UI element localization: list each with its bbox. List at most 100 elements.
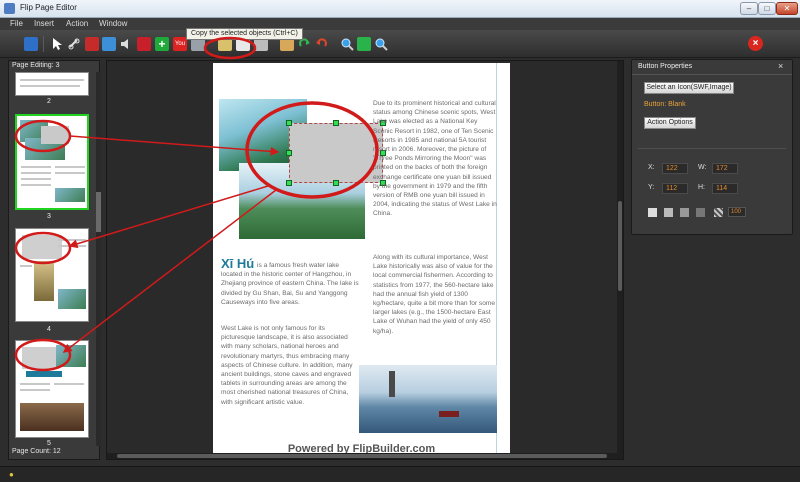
undo-icon-glyph: [316, 38, 327, 47]
resize-handle-bottom-left[interactable]: [286, 180, 292, 186]
send-back-icon[interactable]: [696, 208, 705, 217]
fit-icon[interactable]: [357, 37, 371, 51]
resize-handle-top-left[interactable]: [286, 120, 292, 126]
text-block-fishery[interactable]: Along with its cultural importance, West…: [373, 253, 498, 336]
page-thumbnail-panel: Page Editing: 3 2 3 4 5 Page Count: 12: [8, 60, 101, 460]
link-icon[interactable]: [67, 37, 81, 51]
y-field[interactable]: 112: [662, 183, 688, 194]
thumb-photo: [56, 345, 86, 367]
bring-front-icon[interactable]: [648, 208, 657, 217]
app-icon: [4, 3, 15, 14]
editing-page: Due to its prominent historical and cult…: [213, 63, 510, 455]
lightbulb-icon: ●: [9, 470, 14, 479]
thumb-text-line: [55, 166, 85, 168]
window-title: Flip Page Editor: [20, 3, 77, 12]
button-type-label: Button: Blank: [644, 101, 686, 108]
button-properties-panel: Button Properties × Select an Icon(SWF,I…: [631, 59, 793, 235]
title-bar: Flip Page Editor – □ ✕: [0, 0, 800, 18]
resize-handle-left[interactable]: [286, 150, 292, 156]
opacity-field[interactable]: 100: [728, 207, 746, 217]
properties-close-icon[interactable]: ×: [778, 61, 783, 71]
editor-vertical-scroll-handle[interactable]: [618, 201, 622, 291]
zoom-out-icon[interactable]: [374, 37, 388, 51]
pointer-icon[interactable]: [50, 37, 64, 51]
thumb-text-line: [20, 265, 32, 267]
thumb-photo: [55, 188, 85, 202]
close-window-button[interactable]: ✕: [776, 2, 798, 15]
thumbnail-scrollbar[interactable]: [96, 72, 101, 446]
save-icon[interactable]: [24, 37, 38, 51]
thumbnail-page-2[interactable]: [15, 72, 89, 96]
thumbnail-number: 4: [47, 326, 51, 333]
editor-vertical-scrollbar[interactable]: [617, 61, 623, 453]
thumb-text-line: [58, 239, 86, 241]
thumb-text-line: [54, 383, 84, 385]
flip-page-editor-window: Flip Page Editor – □ ✕ File Insert Actio…: [0, 0, 800, 482]
menu-window[interactable]: Window: [99, 19, 127, 28]
x-field[interactable]: 122: [662, 163, 688, 174]
menu-file[interactable]: File: [10, 19, 23, 28]
video-icon[interactable]: [85, 37, 99, 51]
zoom-in-icon[interactable]: [340, 37, 354, 51]
flash-icon[interactable]: [137, 37, 151, 51]
text-block-intro[interactable]: is a famous fresh water lake located in …: [221, 261, 359, 307]
button-object-placeholder[interactable]: [289, 123, 383, 183]
w-label: W:: [698, 164, 707, 171]
thumbnail-page-4[interactable]: [15, 228, 89, 322]
undo-icon[interactable]: [314, 37, 328, 51]
send-backward-icon[interactable]: [680, 208, 689, 217]
resize-handle-bottom[interactable]: [333, 180, 339, 186]
photo-lake-boat[interactable]: [359, 365, 497, 433]
exit-icon[interactable]: ×: [748, 36, 763, 51]
editor-horizontal-scroll-handle[interactable]: [117, 454, 607, 458]
thumbnail-number: 3: [47, 213, 51, 220]
page-count-label: Page Count: 12: [12, 448, 61, 455]
editor-horizontal-scrollbar[interactable]: [107, 453, 623, 459]
link-icon-glyph: [68, 38, 80, 50]
page-editing-label: Page Editing: 3: [12, 62, 60, 69]
thumb-text-line: [21, 184, 51, 186]
copy-tooltip: Copy the selected objects (Ctrl+C): [186, 28, 303, 40]
text-block-culture[interactable]: West Lake is not only famous for its pic…: [221, 324, 356, 407]
pagoda-silhouette: [389, 371, 395, 397]
thumb-placeholder: [41, 126, 69, 144]
resize-handle-top[interactable]: [333, 120, 339, 126]
thumbnail-number: 5: [47, 440, 51, 446]
select-icon-button[interactable]: Select an Icon(SWF,Image): [644, 82, 734, 94]
youtube-icon[interactable]: You: [173, 37, 187, 51]
status-bar: ●: [0, 466, 800, 482]
add-button-icon[interactable]: +: [155, 37, 169, 51]
properties-divider: [638, 148, 786, 149]
thumb-heading: [26, 371, 62, 377]
text-block-history[interactable]: Due to its prominent historical and cult…: [373, 99, 498, 219]
properties-divider: [632, 74, 792, 75]
boat-silhouette: [439, 411, 459, 417]
h-field[interactable]: 114: [712, 183, 738, 194]
thumb-placeholder: [22, 347, 56, 369]
editor-canvas: Due to its prominent historical and cult…: [106, 60, 624, 460]
menu-action[interactable]: Action: [66, 19, 88, 28]
menu-insert[interactable]: Insert: [34, 19, 54, 28]
x-label: X:: [648, 164, 655, 171]
thumb-text-line: [55, 172, 85, 174]
bring-forward-icon[interactable]: [664, 208, 673, 217]
thumb-text-line: [58, 245, 86, 247]
thumb-text-line: [20, 389, 50, 391]
thumb-text-line: [21, 178, 51, 180]
thumbnail-page-5[interactable]: [15, 340, 89, 438]
thumbnail-list: 2 3 4 5: [9, 72, 95, 446]
w-field[interactable]: 172: [712, 163, 738, 174]
minimize-button[interactable]: –: [740, 2, 758, 15]
thumbnail-scroll-handle[interactable]: [96, 192, 101, 232]
y-label: Y:: [648, 184, 655, 191]
maximize-button[interactable]: □: [758, 2, 776, 15]
action-options-button[interactable]: Action Options: [644, 117, 696, 129]
thumb-text-line: [20, 85, 80, 87]
image-icon[interactable]: [102, 37, 116, 51]
pointer-icon-glyph: [53, 38, 62, 50]
thumbnail-page-3[interactable]: [15, 114, 89, 210]
audio-icon[interactable]: [119, 37, 133, 51]
audio-icon-glyph: [121, 39, 128, 49]
thumb-text-line: [21, 172, 51, 174]
zoom-out-icon-glyph: [375, 38, 388, 51]
